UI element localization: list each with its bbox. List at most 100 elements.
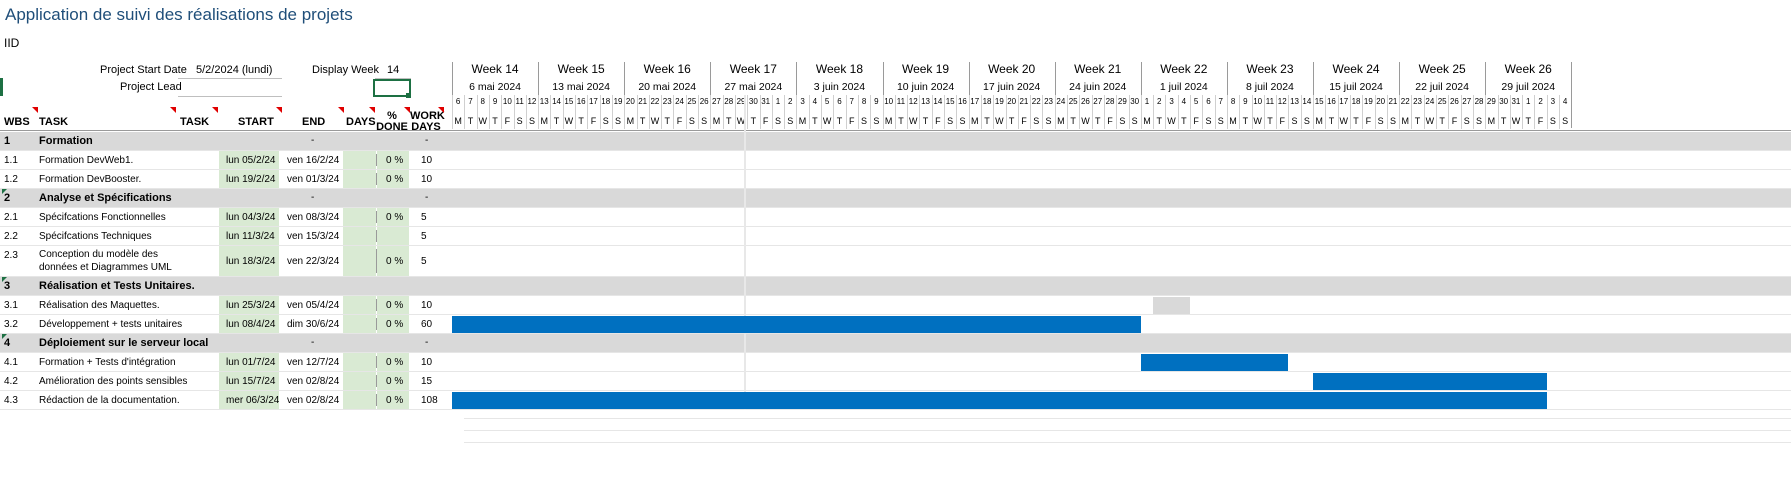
phase-title[interactable]: Formation [39, 135, 93, 147]
day-separator [845, 95, 847, 129]
day-letter: T [1242, 116, 1249, 126]
gantt-bar[interactable] [452, 316, 1141, 333]
phase-title[interactable]: Déploiement sur le serveur local [39, 337, 208, 349]
filter-marker-end[interactable] [338, 107, 344, 113]
task-start[interactable]: lun 05/2/24 [226, 155, 276, 166]
gantt-bar[interactable] [1153, 297, 1190, 314]
day-separator [1128, 95, 1130, 129]
task-end[interactable]: ven 02/8/24 [287, 395, 339, 406]
filter-marker-start[interactable] [276, 107, 282, 113]
day-separator [1103, 95, 1105, 129]
task-wbs[interactable]: 2.1 [4, 212, 18, 223]
task-name[interactable]: Formation DevWeb1. [39, 155, 133, 166]
task-start[interactable]: lun 04/3/24 [226, 212, 276, 223]
task-end[interactable]: ven 15/3/24 [287, 231, 339, 242]
day-number: 10 [502, 97, 512, 106]
col-task-2[interactable]: TASK [180, 116, 209, 128]
filter-marker-pct[interactable] [404, 107, 410, 113]
task-wbs[interactable]: 2.3 [4, 250, 18, 261]
task-pct[interactable]: 0 % [386, 212, 403, 223]
gantt-bar[interactable] [1140, 354, 1289, 371]
task-start[interactable]: lun 19/2/24 [226, 174, 276, 185]
task-pct[interactable]: 0 % [386, 376, 403, 387]
comment-marker[interactable] [2, 334, 7, 339]
task-pct[interactable]: 0 % [386, 357, 403, 368]
task-pct[interactable]: 0 % [386, 155, 403, 166]
task-pct[interactable]: 0 % [386, 319, 403, 330]
task-pct[interactable]: 0 % [386, 256, 403, 267]
header-divider [0, 130, 1791, 131]
phase-title[interactable]: Réalisation et Tests Unitaires. [39, 280, 195, 292]
task-wbs[interactable]: 4.3 [4, 395, 18, 406]
task-name[interactable]: Spécifcations Fonctionnelles [39, 212, 166, 223]
comment-marker[interactable] [2, 277, 7, 282]
start-date-field[interactable]: 5/2/2024 (lundi) [196, 64, 272, 76]
task-pct[interactable]: 0 % [386, 395, 403, 406]
day-separator [968, 95, 970, 129]
task-start[interactable]: lun 08/4/24 [226, 319, 276, 330]
gantt-bar[interactable] [452, 392, 1547, 409]
task-name[interactable]: Formation DevBooster. [39, 174, 141, 185]
task-start[interactable]: mer 06/3/24 [226, 395, 279, 406]
task-end[interactable]: ven 02/8/24 [287, 376, 339, 387]
task-name[interactable]: Développement + tests unitaires [39, 319, 182, 330]
task-pct[interactable]: 0 % [386, 174, 403, 185]
day-separator [759, 95, 761, 129]
task-work: 5 [421, 231, 427, 242]
task-end[interactable]: ven 05/4/24 [287, 300, 339, 311]
filter-marker-work[interactable] [438, 107, 444, 113]
task-name[interactable]: Amélioration des points sensibles [39, 376, 187, 387]
task-work: 5 [421, 256, 427, 267]
project-lead-field[interactable] [180, 81, 280, 95]
task-wbs[interactable]: 2.2 [4, 231, 18, 242]
pct-bar-left [376, 299, 377, 311]
task-name[interactable]: Rédaction de la documentation. [39, 395, 180, 406]
task-wbs[interactable]: 4.2 [4, 376, 18, 387]
day-letter: M [1401, 116, 1409, 126]
phase-wbs[interactable]: 1 [4, 135, 10, 147]
task-name[interactable]: Formation + Tests d'intégration [39, 357, 176, 368]
filter-marker-wbs[interactable] [32, 107, 38, 113]
col-days[interactable]: DAYS [346, 116, 376, 128]
task-end[interactable]: ven 12/7/24 [287, 357, 339, 368]
task-end[interactable]: ven 01/3/24 [287, 174, 339, 185]
day-separator [624, 95, 626, 129]
day-number: 20 [1007, 97, 1017, 106]
task-name-line2[interactable]: données et Diagrammes UML [39, 262, 172, 273]
task-pct[interactable]: 0 % [386, 300, 403, 311]
task-start[interactable]: lun 18/3/24 [226, 256, 276, 267]
task-start[interactable]: lun 25/3/24 [226, 300, 276, 311]
phase-row-bg [0, 334, 1791, 352]
task-wbs[interactable]: 1.1 [4, 155, 18, 166]
task-end[interactable]: ven 16/2/24 [287, 155, 339, 166]
task-name[interactable]: Conception du modèle des [39, 249, 158, 260]
task-wbs[interactable]: 4.1 [4, 357, 18, 368]
col-task[interactable]: TASK [39, 116, 68, 128]
days-cell-bg [343, 315, 376, 333]
filter-marker-task[interactable] [170, 107, 176, 113]
week-date: 20 mai 2024 [638, 81, 697, 93]
task-start[interactable]: lun 11/3/24 [226, 231, 275, 242]
day-separator [1165, 95, 1167, 129]
task-end[interactable]: dim 30/6/24 [287, 319, 339, 330]
col-start[interactable]: START [238, 116, 274, 128]
task-start[interactable]: lun 01/7/24 [226, 357, 276, 368]
task-wbs[interactable]: 1.2 [4, 174, 18, 185]
task-end[interactable]: ven 22/3/24 [287, 256, 339, 267]
comment-marker[interactable] [2, 189, 7, 194]
filter-marker-days[interactable] [369, 107, 375, 113]
task-start[interactable]: lun 15/7/24 [226, 376, 276, 387]
phase-title[interactable]: Analyse et Spécifications [39, 192, 172, 204]
col-wbs[interactable]: WBS [4, 116, 30, 128]
display-week-field[interactable]: 14 [387, 64, 399, 76]
fill-handle[interactable] [406, 93, 411, 98]
filter-marker-task2[interactable] [212, 107, 218, 113]
task-name[interactable]: Spécifcations Techniques [39, 231, 152, 242]
task-wbs[interactable]: 3.1 [4, 300, 18, 311]
gantt-bar[interactable] [1313, 373, 1547, 390]
day-separator [956, 95, 958, 129]
col-end[interactable]: END [302, 116, 325, 128]
task-wbs[interactable]: 3.2 [4, 319, 18, 330]
task-end[interactable]: ven 08/3/24 [287, 212, 339, 223]
task-name[interactable]: Réalisation des Maquettes. [39, 300, 160, 311]
